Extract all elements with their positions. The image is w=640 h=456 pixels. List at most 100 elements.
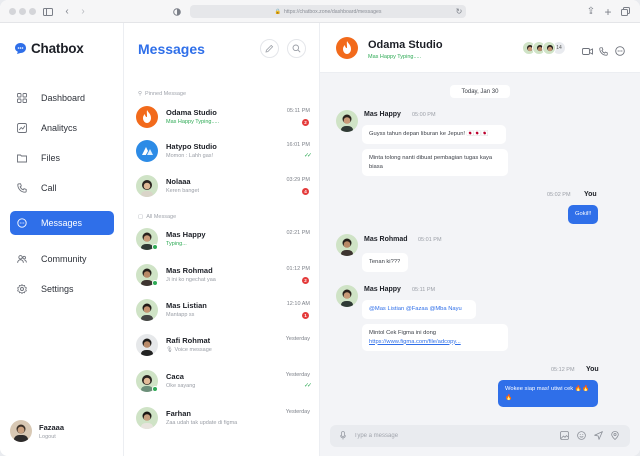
back-arrow-icon[interactable]: ‹	[62, 4, 72, 19]
mentions-bubble: @Mas Listian @Fazaa @Mba Nayu	[362, 300, 476, 319]
message-bubble: Guyss tahun depan liburan ke Jepun! 🇯🇵🇯🇵…	[362, 125, 506, 144]
conversation-preview: Zaa udah tak update di figma	[166, 420, 238, 426]
message-sender: Mas Happy	[364, 286, 401, 293]
message-time: 05:02 PM	[547, 192, 571, 198]
microphone-icon[interactable]	[340, 427, 346, 445]
sidebar-item-dashboard[interactable]: Dashboard	[10, 86, 114, 110]
conversation-time: 16:01 PM	[286, 142, 310, 148]
sidebar-item-community[interactable]: Community	[10, 247, 114, 271]
group-avatar[interactable]	[336, 37, 358, 59]
search-button[interactable]	[287, 39, 306, 58]
more-options-icon[interactable]	[615, 43, 625, 61]
avatar[interactable]	[336, 234, 358, 256]
conversation-preview: Oke sayang	[166, 383, 196, 389]
new-tab-icon[interactable]: +	[603, 4, 613, 19]
logout-link[interactable]: Logout	[39, 434, 64, 440]
sidebar-item-messages[interactable]: Messages	[10, 211, 114, 235]
all-section-label: ▢ All Message	[138, 214, 176, 220]
sidebar-item-call[interactable]: Call	[10, 176, 114, 200]
conversation-item[interactable]: Rafi Rohmat 🎙 Voice message Yesterday	[136, 332, 310, 362]
conversation-preview: Typing...	[166, 241, 187, 247]
conversation-name: Odama Studio	[166, 108, 217, 117]
message-time: 05:11 PM	[412, 287, 436, 293]
location-pin-icon[interactable]	[611, 427, 619, 445]
online-indicator	[152, 280, 158, 286]
reload-icon[interactable]: ↻	[455, 4, 463, 19]
figma-link[interactable]: https://www.figma.com/file/adcopy...	[369, 338, 501, 347]
lock-icon: 🔒	[274, 8, 281, 15]
avatar	[136, 106, 158, 128]
sidebar-item-analitycs[interactable]: Analitycs	[10, 116, 114, 140]
brand[interactable]: Chatbox	[14, 41, 84, 56]
conversation-item[interactable]: Mas Listian Mantapp ss 12:10 AM 1	[136, 297, 310, 327]
conversation-item[interactable]: Mas Rohmad Ji ini ko ngechat yaa 01:12 P…	[136, 262, 310, 292]
conversation-preview: Mantapp ss	[166, 312, 195, 318]
video-call-icon[interactable]	[582, 43, 593, 61]
conversation-list: Messages ⚲ Pinned Message Odama Studio M…	[124, 23, 320, 456]
forward-arrow-icon[interactable]: ›	[78, 4, 88, 19]
microphone-icon: 🎙	[166, 347, 175, 353]
message-sender: Mas Happy	[364, 111, 401, 118]
unread-badge: 1	[302, 312, 309, 319]
avatar[interactable]	[336, 110, 358, 132]
conversation-time: Yesterday	[285, 372, 310, 378]
mention-link[interactable]: @Mas Listian	[369, 306, 404, 312]
avatar[interactable]	[336, 285, 358, 307]
search-icon	[292, 44, 301, 53]
phone-icon	[17, 183, 27, 193]
pin-icon: ⚲	[138, 91, 143, 97]
share-icon[interactable]: ⇪	[586, 4, 596, 19]
sidebar-item-label: Settings	[41, 284, 74, 294]
conversation-item[interactable]: Farhan Zaa udah tak update di figma Yest…	[136, 405, 310, 435]
tabs-overview-icon[interactable]	[620, 4, 630, 19]
sidebar-toggle-icon[interactable]	[42, 4, 54, 19]
page-title: Messages	[138, 41, 205, 57]
sidebar-item-settings[interactable]: Settings	[10, 277, 114, 301]
conversation-name: Hatypo Studio	[166, 142, 217, 151]
message-sender: You	[584, 191, 597, 198]
conversation-item[interactable]: Mas Happy Typing... 02:21 PM	[136, 226, 310, 256]
preview-text: Voice message	[174, 347, 212, 353]
emoji-icon[interactable]	[577, 427, 586, 445]
conversation-name: Mas Happy	[166, 230, 206, 239]
message-bubble-own: Gokil!!	[568, 205, 598, 224]
sidebar-item-label: Dashboard	[41, 93, 86, 103]
address-bar[interactable]: 🔒 https://chatbox.zone/dashboard/message…	[190, 5, 466, 18]
window-minimize-dot[interactable]	[19, 8, 26, 15]
conversation-time: Yesterday	[285, 336, 310, 342]
message-bubble: Minta tolong nanti dibuat pembagian tuga…	[362, 149, 508, 177]
avatar	[10, 420, 32, 442]
message-input[interactable]	[354, 433, 544, 439]
send-icon[interactable]	[594, 427, 603, 445]
compose-button[interactable]	[260, 39, 279, 58]
window-zoom-dot[interactable]	[29, 8, 36, 15]
image-icon[interactable]	[560, 427, 569, 445]
voice-call-icon[interactable]	[599, 43, 608, 61]
message-text: Mintol Cek Figma ini dong	[369, 330, 437, 336]
message-bubble: Mintol Cek Figma ini dong https://www.fi…	[362, 324, 508, 352]
sidebar-item-files[interactable]: Files	[10, 146, 114, 170]
chat-bubble-icon: ▢	[138, 214, 144, 220]
mention-link[interactable]: @Mba Nayu	[429, 306, 461, 312]
user-profile[interactable]: Fazaaa Logout	[10, 420, 64, 442]
conversation-item[interactable]: Caca Oke sayang Yesterday ✓✓	[136, 368, 312, 398]
conversation-preview: Ji ini ko ngechat yaa	[166, 277, 216, 283]
brand-name: Chatbox	[31, 41, 84, 56]
avatar	[136, 175, 158, 197]
conversation-name: Caca	[166, 372, 184, 381]
window-close-dot[interactable]	[9, 8, 16, 15]
conversation-name: Rafi Rohmat	[166, 336, 211, 345]
conversation-item[interactable]: Odama Studio Mas Happy Typing..... 05:11…	[136, 104, 310, 134]
pinned-section-label: ⚲ Pinned Message	[138, 91, 186, 97]
member-stack[interactable]: 14	[522, 41, 566, 55]
section-label-text: Pinned Message	[145, 91, 187, 97]
conversation-item[interactable]: Hatypo Studio Momon : Lahh gas! 16:01 PM…	[136, 138, 312, 168]
message-sender: You	[586, 366, 599, 373]
sidebar-item-label: Analitycs	[41, 123, 78, 133]
privacy-shield-icon[interactable]	[172, 4, 182, 19]
conversation-item[interactable]: Nolaaa Keren banget 03:29 PM 4	[136, 173, 310, 203]
online-indicator	[152, 244, 158, 250]
mention-link[interactable]: @Fazaa	[406, 306, 428, 312]
conversation-preview: Momon : Lahh gas!	[166, 153, 214, 159]
browser-toolbar: ‹ › 🔒 https://chatbox.zone/dashboard/mes…	[0, 0, 640, 23]
